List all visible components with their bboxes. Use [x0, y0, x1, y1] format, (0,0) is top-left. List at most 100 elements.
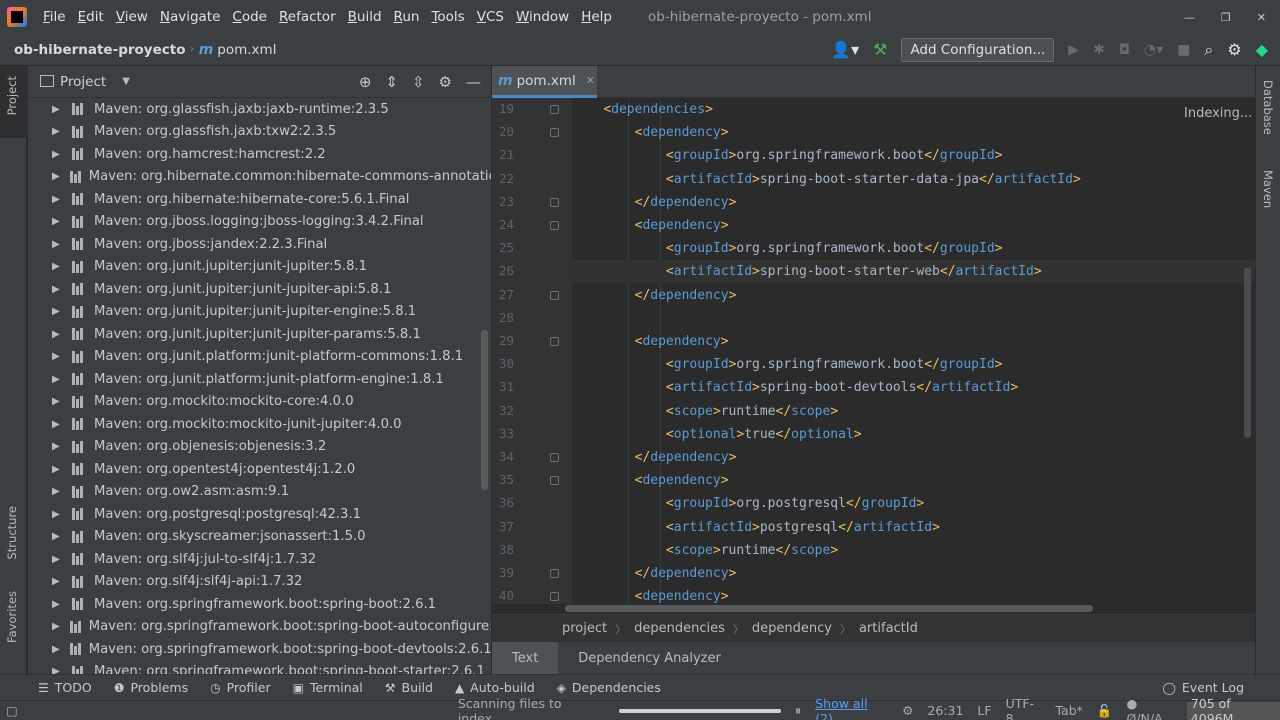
chevron-right-icon[interactable]: ▶ [52, 509, 62, 520]
fold-marker-icon[interactable] [550, 476, 559, 486]
code-line[interactable]: <artifactId>spring-boot-devtools</artifa… [572, 376, 1255, 399]
fold-marker-icon[interactable] [550, 569, 559, 578]
breadcrumb-dependency[interactable]: dependency [752, 621, 832, 636]
debug-icon[interactable]: ✱ [1093, 42, 1105, 58]
settings-gear-icon[interactable]: ⚙ [439, 73, 452, 91]
problems-tool-button[interactable]: ❶ Problems [114, 680, 188, 695]
tree-item[interactable]: ▶ Maven: org.jboss.logging:jboss-logging:… [28, 211, 491, 233]
breadcrumb-artifactid[interactable]: artifactId [859, 621, 918, 636]
chevron-right-icon[interactable]: ▶ [52, 351, 62, 362]
tree-item[interactable]: ▶ Maven: org.skyscreamer:jsonassert:1.5.0 [28, 526, 491, 548]
code-line[interactable]: <dependency> [572, 469, 1255, 492]
code-line[interactable]: </dependency> [572, 446, 1255, 469]
chevron-right-icon[interactable]: ▶ [52, 531, 62, 542]
tree-item[interactable]: ▶ Maven: org.springframework.boot:spring-… [28, 593, 491, 615]
vcs-status[interactable]: ● Ø/N/A [1126, 696, 1176, 720]
todo-tool-button[interactable]: ☰ TODO [38, 680, 92, 695]
tree-item[interactable]: ▶ Maven: org.glassfish.jaxb:jaxb-runtime:… [28, 98, 491, 120]
profile-icon[interactable]: ◔▾ [1144, 42, 1163, 58]
tree-item[interactable]: ▶ Maven: org.slf4j:jul-to-slf4j:1.7.32 [28, 548, 491, 570]
tree-item[interactable]: ▶ Maven: org.hibernate:hibernate-core:5.6… [28, 188, 491, 210]
locate-file-icon[interactable]: ⊕ [359, 73, 372, 91]
tree-item[interactable]: ▶ Maven: org.junit.platform:junit-platfor… [28, 346, 491, 368]
code-line[interactable]: <scope>runtime</scope> [572, 539, 1255, 562]
chevron-right-icon[interactable]: ▶ [52, 419, 62, 430]
code-line[interactable]: <groupId>org.springframework.boot</group… [572, 144, 1255, 167]
fold-marker-icon[interactable] [550, 453, 559, 462]
show-all-link[interactable]: Show all (2) [815, 696, 888, 720]
chevron-right-icon[interactable]: ▶ [52, 396, 62, 407]
maven-tool-tab[interactable]: Maven [1261, 170, 1275, 208]
menu-code[interactable]: Code [226, 9, 273, 25]
add-configuration-button[interactable]: Add Configuration... [901, 37, 1055, 62]
pause-icon[interactable]: ⏸ [795, 703, 801, 719]
tree-item[interactable]: ▶ Maven: org.jboss:jandex:2.2.3.Final [28, 233, 491, 255]
chevron-right-icon[interactable]: ▶ [52, 194, 62, 205]
tree-item[interactable]: ▶ Maven: org.junit.platform:junit-platfor… [28, 368, 491, 390]
profiler-tool-button[interactable]: ◷ Profiler [210, 680, 271, 695]
chevron-right-icon[interactable]: ▶ [52, 329, 62, 340]
chevron-right-icon[interactable]: ▶ [52, 644, 60, 655]
chevron-right-icon[interactable]: ▶ [52, 464, 62, 475]
search-icon[interactable]: ⌕ [1204, 40, 1213, 60]
line-separator[interactable]: LF [977, 703, 991, 718]
tree-item[interactable]: ▶ Maven: org.objenesis:objenesis:3.2 [28, 436, 491, 458]
tree-item[interactable]: ▶ Maven: org.postgresql:postgresql:42.3.1 [28, 503, 491, 525]
menu-edit[interactable]: Edit [72, 9, 110, 25]
tree-item[interactable]: ▶ Maven: org.junit.jupiter:junit-jupiter-… [28, 301, 491, 323]
build-hammer-icon[interactable]: ⚒ [873, 40, 887, 59]
fold-marker-icon[interactable] [550, 105, 559, 114]
code-line[interactable]: <dependency> [572, 214, 1255, 237]
favorites-tool-tab[interactable]: Favorites [5, 591, 19, 643]
tab-pom-xml[interactable]: m pom.xml ✕ [492, 66, 597, 98]
code-line[interactable] [572, 307, 1255, 330]
menu-run[interactable]: Run [388, 9, 426, 25]
code-line[interactable]: <dependency> [572, 585, 1255, 604]
chevron-right-icon[interactable]: ▶ [52, 149, 62, 160]
project-view-title[interactable]: Project [60, 74, 106, 90]
chevron-right-icon[interactable]: ▶ [52, 576, 62, 587]
chevron-down-icon[interactable]: ▼ [122, 76, 130, 87]
menu-refactor[interactable]: Refactor [273, 9, 342, 25]
chevron-right-icon[interactable]: ▶ [52, 126, 62, 137]
breadcrumb-dependencies[interactable]: dependencies [634, 621, 725, 636]
structure-tool-tab[interactable]: Structure [5, 506, 19, 560]
terminal-tool-button[interactable]: ▣ Terminal [293, 680, 363, 695]
expand-all-icon[interactable]: ⇕ [385, 73, 398, 91]
chevron-right-icon[interactable]: ▶ [52, 284, 62, 295]
memory-indicator[interactable]: 705 of 4096M [1186, 696, 1280, 720]
code-line[interactable]: <artifactId>postgresql</artifactId> [572, 516, 1255, 539]
code-line[interactable]: <groupId>org.postgresql</groupId> [572, 492, 1255, 515]
build-tool-button[interactable]: ⚒ Build [385, 680, 433, 695]
code-editor[interactable]: <dependencies> <dependency> <groupId>org… [572, 98, 1255, 604]
breadcrumb-file[interactable]: pom.xml [217, 42, 276, 58]
code-line[interactable]: <dependencies> [572, 98, 1255, 121]
code-line[interactable]: <artifactId>spring-boot-starter-data-jpa… [572, 168, 1255, 191]
tab-text[interactable]: Text [492, 642, 559, 674]
tree-item[interactable]: ▶ Maven: org.junit.jupiter:junit-jupiter-… [28, 278, 491, 300]
project-tool-tab[interactable]: Project [5, 76, 19, 115]
intellij-logo-icon[interactable] [7, 7, 27, 27]
menu-build[interactable]: Build [342, 9, 388, 25]
menu-view[interactable]: View [110, 9, 154, 25]
coverage-icon[interactable]: ◘ [1119, 42, 1130, 58]
tree-item[interactable]: ▶ Maven: org.hibernate.common:hibernate-c… [28, 166, 491, 188]
user-icon[interactable]: 👤▾ [831, 40, 859, 59]
file-encoding[interactable]: UTF-8 [1006, 696, 1042, 720]
chevron-right-icon[interactable]: ▶ [52, 374, 62, 385]
tree-item[interactable]: ▶ Maven: org.glassfish.jaxb:txw2:2.3.5 [28, 121, 491, 143]
code-line[interactable]: <groupId>org.springframework.boot</group… [572, 237, 1255, 260]
menu-help[interactable]: Help [575, 9, 618, 25]
hide-panel-icon[interactable]: — [466, 73, 481, 91]
editor-horizontal-scrollbar[interactable] [565, 605, 1093, 612]
jetbrains-toolbox-icon[interactable]: ◆ [1256, 40, 1268, 59]
chevron-right-icon[interactable]: ▶ [52, 599, 62, 610]
code-line[interactable]: <dependency> [572, 121, 1255, 144]
tab-dependency-analyzer[interactable]: Dependency Analyzer [558, 642, 741, 674]
code-line[interactable]: <scope>runtime</scope> [572, 400, 1255, 423]
background-tasks-icon[interactable]: ⚙ [902, 703, 913, 718]
settings-gear-icon[interactable]: ⚙ [1227, 40, 1241, 59]
menu-vcs[interactable]: VCS [471, 9, 510, 25]
minimize-icon[interactable]: — [1184, 11, 1195, 24]
stop-icon[interactable]: ■ [1177, 42, 1190, 58]
